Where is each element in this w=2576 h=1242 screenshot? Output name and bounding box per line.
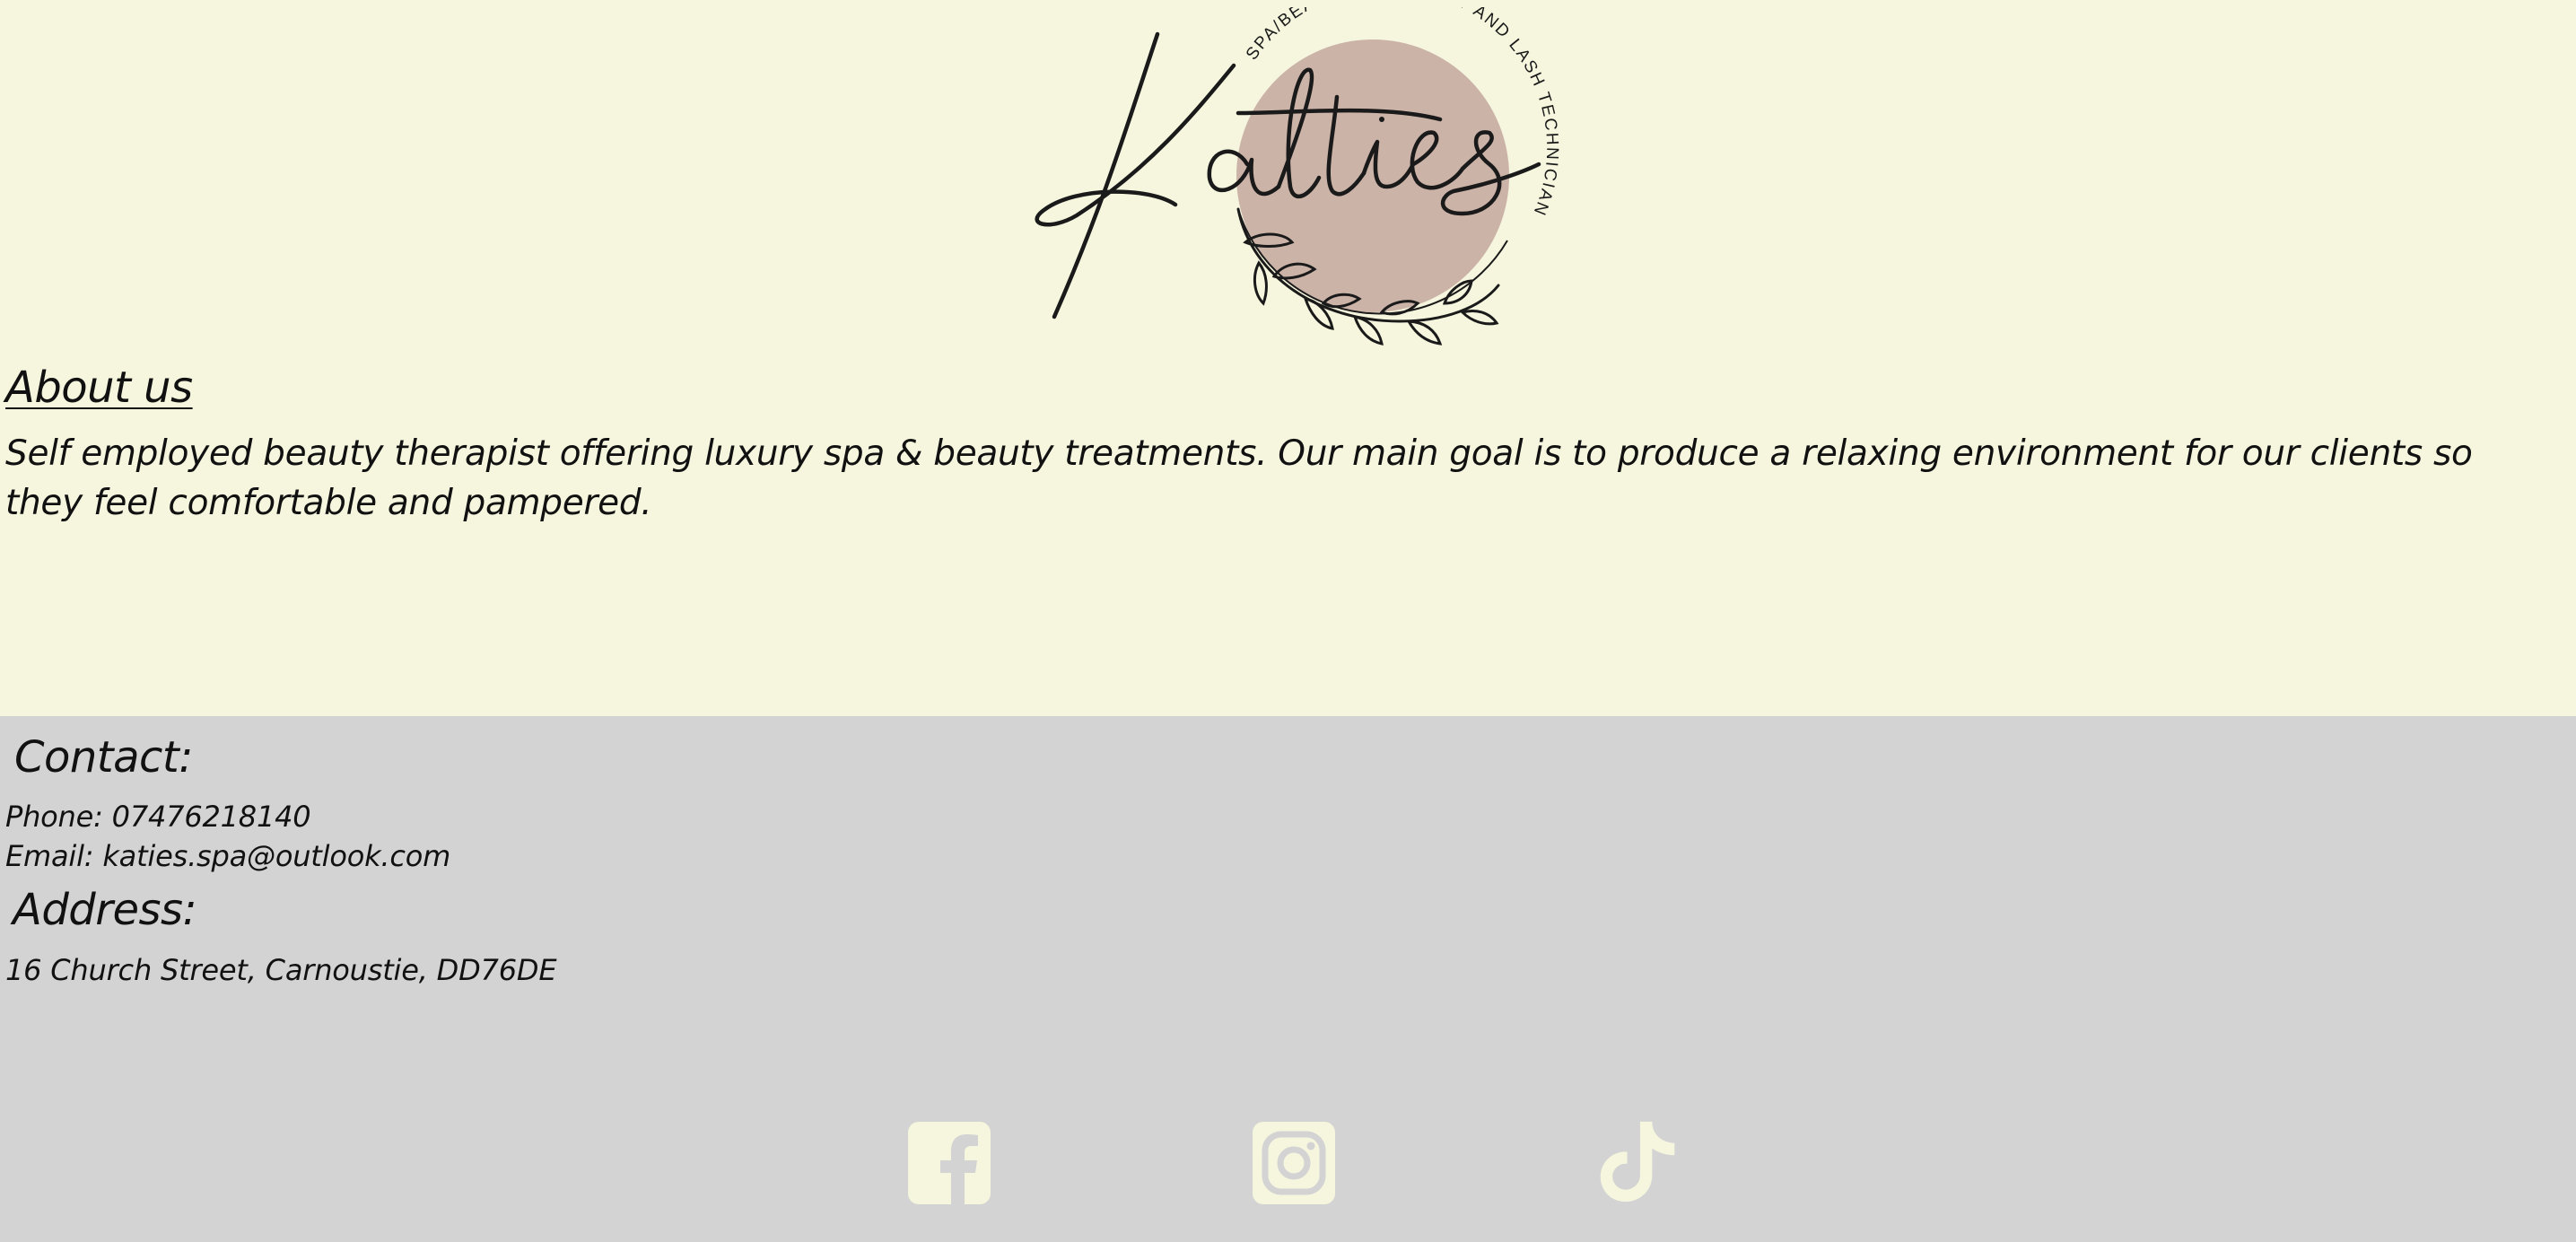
tiktok-link[interactable] [1597,1118,1680,1204]
logo-graphic: SPA/BEAUTY THERAPIST AND LASH TECHNICIAN [1035,7,1559,345]
facebook-icon [908,1122,991,1204]
facebook-link[interactable] [908,1120,991,1206]
contact-heading: Contact: [14,732,193,783]
tiktok-icon [1600,1121,1675,1203]
instagram-link[interactable] [1253,1120,1335,1206]
about-description: Self employed beauty therapist offering … [5,433,2473,523]
katies-logo[interactable]: SPA/BEAUTY THERAPIST AND LASH TECHNICIAN [1023,7,1579,357]
about-heading: About us [5,363,193,413]
contact-footer: Contact: Phone: 07476218140 Email: katie… [0,716,2576,1242]
address-heading: Address: [13,885,197,935]
address-text: 16 Church Street, Carnoustie, DD76DE [5,953,557,987]
about-section: SPA/BEAUTY THERAPIST AND LASH TECHNICIAN [0,0,2576,716]
phone-text[interactable]: Phone: 07476218140 [5,800,311,834]
email-text[interactable]: Email: katies.spa@outlook.com [5,839,450,873]
instagram-icon [1253,1122,1335,1204]
